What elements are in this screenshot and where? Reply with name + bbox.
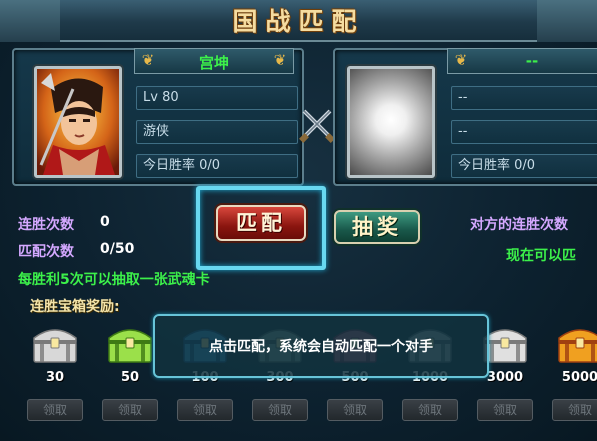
opponent-field-1: -- (451, 86, 597, 110)
hint-tooltip: 点击匹配，系统会自动匹配一个对手 (153, 314, 489, 378)
lottery-button[interactable]: 抽奖 (334, 210, 420, 244)
match-count-value: 0/50 (100, 241, 135, 257)
claim-button[interactable]: 领取 (177, 399, 233, 421)
player-avatar (34, 66, 122, 178)
claim-button[interactable]: 领取 (252, 399, 308, 421)
chest-streak-count: 30 (45, 370, 65, 385)
opponent-winrate-field: 今日胜率 0/0 (451, 154, 597, 178)
opponent-avatar-placeholder (347, 66, 435, 178)
claim-button[interactable]: 领取 (477, 399, 533, 421)
treasure-chest-icon (33, 329, 77, 363)
treasure-chest-icon (558, 329, 597, 363)
claim-button[interactable]: 领取 (102, 399, 158, 421)
opponent-nameplate: ❦ -- (447, 48, 597, 74)
treasure-chest-icon (108, 329, 152, 363)
claim-button[interactable]: 领取 (552, 399, 597, 421)
streak-rewards-title: 连胜宝箱奖励: (30, 299, 120, 315)
opponent-streak-label: 对方的连胜次数 (470, 217, 568, 233)
opponent-field-2: -- (451, 120, 597, 144)
warrior-portrait-icon (37, 69, 119, 175)
match-window: 国战匹配 ❦ 宫坤 ❦ Lv 80 游侠 今日胜率 0/0 ❦ -- -- --… (0, 0, 597, 441)
opponent-panel: ❦ -- -- -- 今日胜率 0/0 (333, 48, 597, 186)
player-level-field: Lv 80 (136, 86, 298, 110)
player-winrate-field: 今日胜率 0/0 (136, 154, 298, 178)
hint-tooltip-text: 点击匹配，系统会自动匹配一个对手 (209, 339, 433, 355)
claim-button[interactable]: 领取 (27, 399, 83, 421)
crossed-swords-icon (299, 109, 335, 143)
match-count-label: 匹配次数 (18, 244, 74, 260)
match-button[interactable]: 匹配 (216, 205, 306, 241)
match-available-text: 现在可以匹 (506, 248, 576, 264)
opponent-name: -- (525, 52, 539, 70)
player-panel: ❦ 宫坤 ❦ Lv 80 游侠 今日胜率 0/0 (12, 48, 304, 186)
claim-button[interactable]: 领取 (327, 399, 383, 421)
title-bar: 国战匹配 (0, 0, 597, 42)
chest-streak-count: 50 (120, 370, 140, 385)
chest-streak-count: 5000 (561, 370, 597, 385)
ornament-icon: ❦ (273, 51, 287, 69)
player-job-field: 游侠 (136, 120, 298, 144)
claim-button[interactable]: 领取 (402, 399, 458, 421)
window-title: 国战匹配 (232, 7, 365, 36)
reward-info-text: 每胜利5次可以抽取一张武魂卡 (18, 272, 210, 288)
player-nameplate: ❦ 宫坤 ❦ (134, 48, 294, 74)
win-streak-label: 连胜次数 (18, 217, 74, 233)
win-streak-value: 0 (100, 214, 110, 230)
